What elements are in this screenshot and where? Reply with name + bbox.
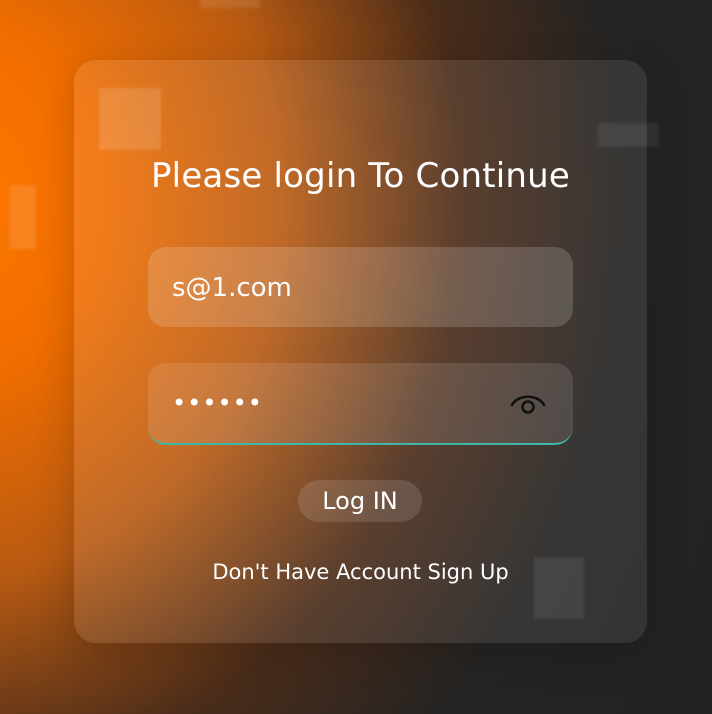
signup-link[interactable]: Don't Have Account Sign Up xyxy=(74,560,647,584)
login-card: Please login To Continue •••••• Log IN D… xyxy=(74,60,647,643)
email-field-container xyxy=(148,247,573,327)
login-button[interactable]: Log IN xyxy=(298,480,422,522)
eye-icon[interactable] xyxy=(509,389,547,419)
password-field[interactable]: •••••• xyxy=(172,389,492,417)
background-decoration xyxy=(200,0,260,8)
email-field[interactable] xyxy=(172,273,492,303)
card-decoration xyxy=(99,88,161,150)
password-field-container: •••••• xyxy=(148,363,573,445)
background-decoration xyxy=(10,185,36,249)
page-title: Please login To Continue xyxy=(150,156,571,196)
